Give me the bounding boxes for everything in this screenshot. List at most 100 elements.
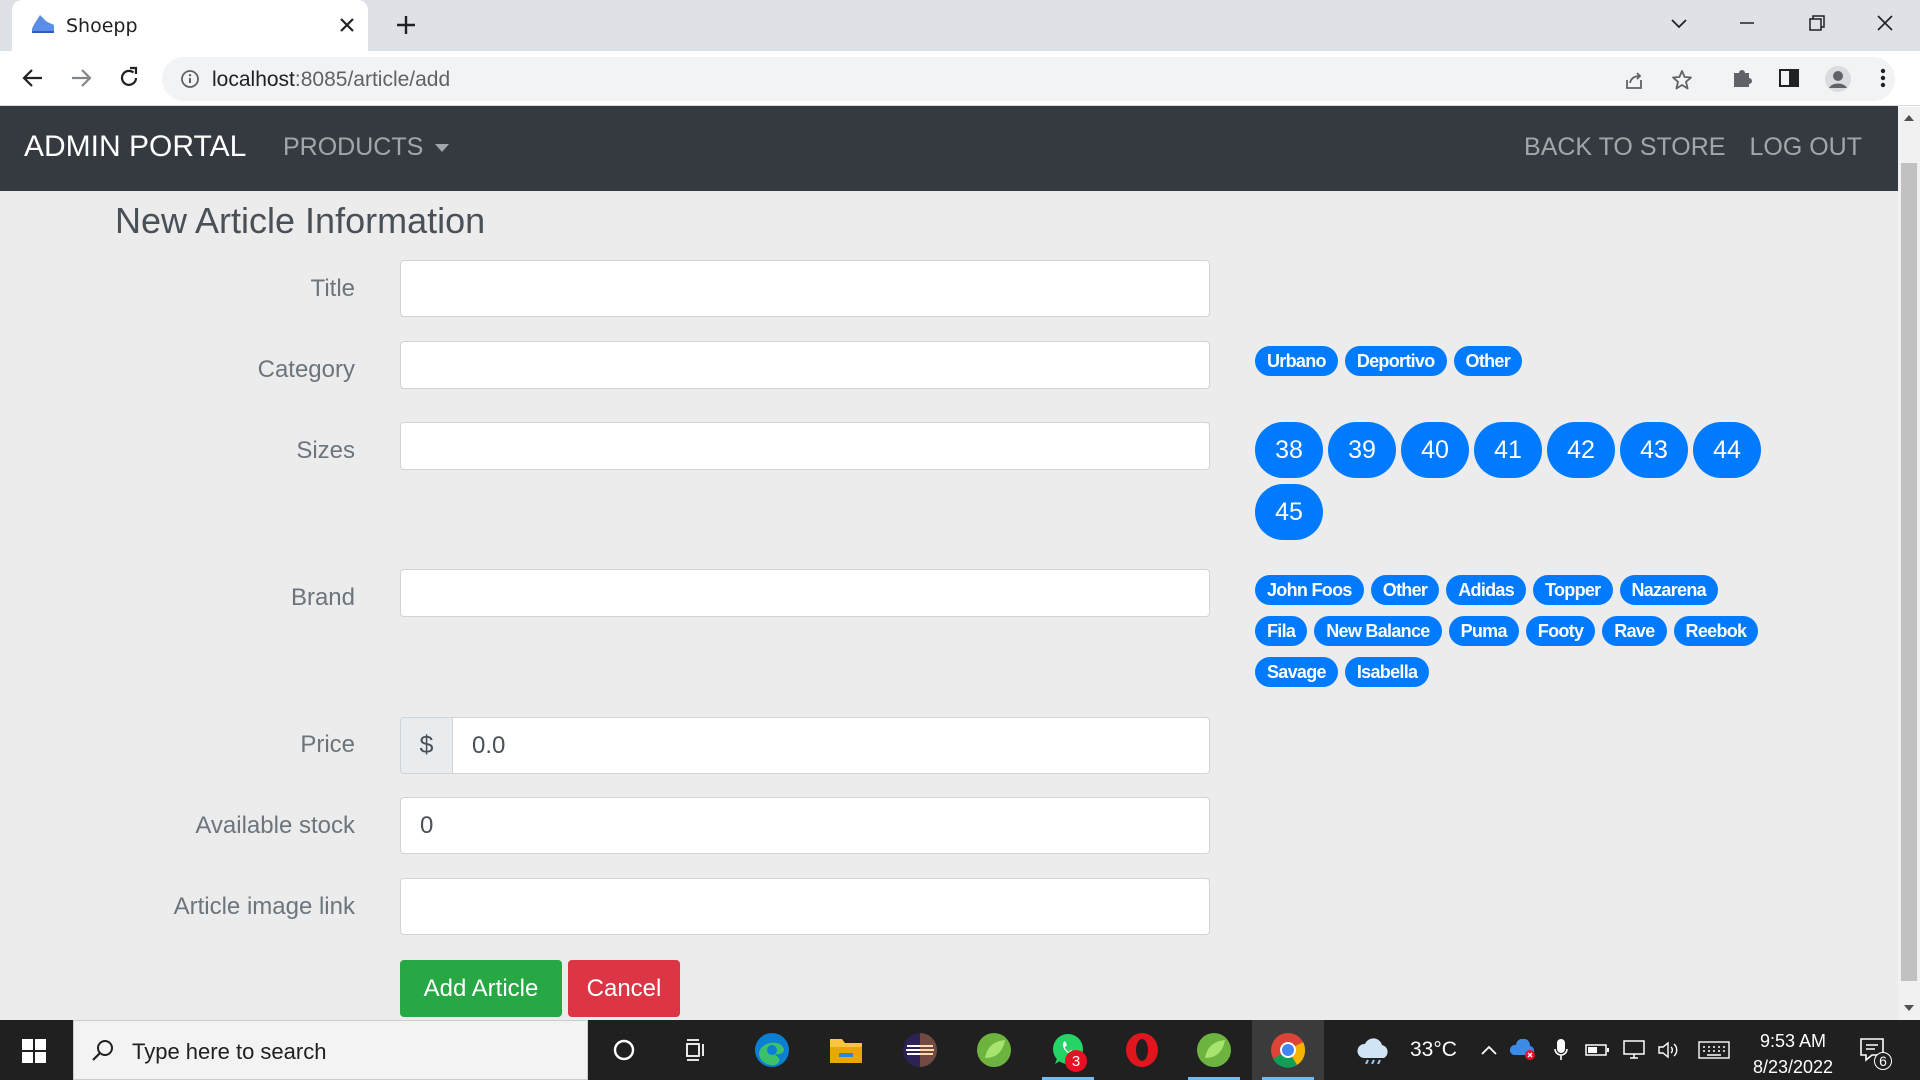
side-panel-icon[interactable] [1776,65,1802,91]
clock-date: 8/23/2022 [1752,1057,1834,1077]
browser-menu-icon[interactable] [1878,65,1888,91]
sizes-input[interactable] [400,422,1210,470]
brand-options-row-2: Fila New Balance Puma Footy Rave Reebok [1255,616,1759,646]
temperature-text[interactable]: 33°C [1410,1038,1457,1062]
onedrive-error-icon[interactable] [1508,1020,1540,1080]
size-pill[interactable]: 44 [1693,422,1761,478]
spring-tools-icon-2[interactable] [1178,1020,1250,1080]
size-pill[interactable]: 39 [1328,422,1396,478]
close-window-icon[interactable] [1874,12,1896,34]
forward-arrow-icon[interactable] [68,65,94,91]
whatsapp-unread-badge: 3 [1065,1050,1087,1072]
add-article-button[interactable]: Add Article [400,960,562,1017]
category-pill[interactable]: Other [1453,346,1523,376]
task-view-icon[interactable] [660,1020,732,1080]
size-pill[interactable]: 40 [1401,422,1469,478]
cortana-icon[interactable] [588,1020,660,1080]
brand-pill[interactable]: Fila [1255,616,1308,646]
windows-taskbar: Type here to search 33°C 9:53 AM 8/23/20… [0,1020,1920,1080]
file-explorer-icon[interactable] [810,1020,882,1080]
url-host: localhost [212,68,295,91]
price-label: Price [300,731,355,758]
address-bar[interactable]: localhost:8085/article/add [162,57,1895,101]
show-hidden-icons-chevron-icon[interactable] [1476,1020,1502,1080]
back-arrow-icon[interactable] [20,65,46,91]
url-text[interactable]: localhost:8085/article/add [212,68,450,92]
size-options-row-1: 38 39 40 41 42 43 44 [1255,422,1761,478]
browser-tab-strip: Shoepp [0,0,1920,51]
title-label: Title [310,275,355,302]
category-input[interactable] [400,341,1210,389]
browser-tab[interactable]: Shoepp [12,0,368,51]
opera-icon[interactable] [1106,1020,1178,1080]
whatsapp-icon[interactable] [1032,1020,1104,1080]
brand-pill[interactable]: Topper [1533,575,1613,605]
taskbar-search-box[interactable]: Type here to search [73,1020,588,1080]
brand-pill[interactable]: Isabella [1344,657,1430,687]
microphone-icon[interactable] [1548,1020,1574,1080]
close-tab-icon[interactable] [336,14,358,36]
image-link-input[interactable] [400,878,1210,935]
category-pill[interactable]: Urbano [1255,346,1338,376]
category-pill[interactable]: Deportivo [1344,346,1447,376]
share-icon[interactable] [1622,68,1646,92]
brand-options-row-1: John Foos Other Adidas Topper Nazarena [1255,575,1718,605]
windows-start-icon[interactable] [22,1039,46,1063]
scroll-thumb[interactable] [1901,163,1917,981]
tab-title: Shoepp [66,15,138,37]
size-pill[interactable]: 42 [1547,422,1615,478]
brand-pill[interactable]: Reebok [1673,616,1759,646]
battery-icon[interactable] [1584,1020,1612,1080]
minimize-icon[interactable] [1736,12,1758,34]
tab-search-chevron-icon[interactable] [1668,12,1690,34]
brand-pill[interactable]: Nazarena [1619,575,1718,605]
products-dropdown[interactable]: PRODUCTS [283,133,450,162]
title-input[interactable] [400,260,1210,317]
price-input[interactable]: 0.0 [453,717,1210,774]
brand-pill[interactable]: Rave [1602,616,1667,646]
browser-toolbar: localhost:8085/article/add [0,51,1920,107]
size-pill[interactable]: 45 [1255,484,1323,540]
navbar-right: BACK TO STORE LOG OUT [1524,133,1862,162]
weather-cloud-icon[interactable] [1343,1020,1405,1080]
spring-tools-icon[interactable] [958,1020,1030,1080]
edge-browser-icon[interactable] [736,1020,808,1080]
brand-input[interactable] [400,569,1210,617]
page-scrollbar[interactable] [1898,107,1920,1020]
size-pill[interactable]: 38 [1255,422,1323,478]
scroll-down-arrow-icon[interactable] [1904,1005,1914,1011]
extensions-puzzle-icon[interactable] [1730,65,1756,91]
stock-input[interactable]: 0 [400,797,1210,854]
size-pill[interactable]: 41 [1474,422,1542,478]
brand-pill[interactable]: Footy [1525,616,1596,646]
profile-avatar-icon[interactable] [1824,65,1852,93]
keyboard-icon[interactable] [1694,1020,1734,1080]
brand-pill[interactable]: Other [1370,575,1440,605]
brand-pill[interactable]: New Balance [1314,616,1442,646]
system-clock[interactable]: 9:53 AM 8/23/2022 [1738,1028,1848,1080]
scroll-up-arrow-icon[interactable] [1904,115,1914,121]
volume-icon[interactable] [1654,1020,1684,1080]
sizes-label: Sizes [296,437,355,464]
chrome-icon[interactable] [1252,1020,1324,1080]
category-label: Category [257,356,355,383]
size-pill[interactable]: 43 [1620,422,1688,478]
clock-time: 9:53 AM [1759,1031,1827,1051]
brand-pill[interactable]: John Foos [1255,575,1364,605]
back-to-store-link[interactable]: BACK TO STORE [1524,133,1725,162]
restore-icon[interactable] [1806,12,1828,34]
brand-pill[interactable]: Adidas [1446,575,1527,605]
products-label: PRODUCTS [283,133,424,161]
bookmark-star-icon[interactable] [1670,68,1694,92]
network-icon[interactable] [1620,1020,1650,1080]
reload-icon[interactable] [116,65,142,91]
brand-pill[interactable]: Savage [1255,657,1338,687]
log-out-link[interactable]: LOG OUT [1749,133,1862,162]
eclipse-icon[interactable] [884,1020,956,1080]
navbar-brand[interactable]: ADMIN PORTAL [24,130,246,164]
new-tab-icon[interactable] [393,12,419,38]
cancel-button[interactable]: Cancel [568,960,680,1017]
brand-pill[interactable]: Puma [1448,616,1519,646]
site-info-icon[interactable] [180,69,200,89]
currency-prefix: $ [400,717,453,774]
